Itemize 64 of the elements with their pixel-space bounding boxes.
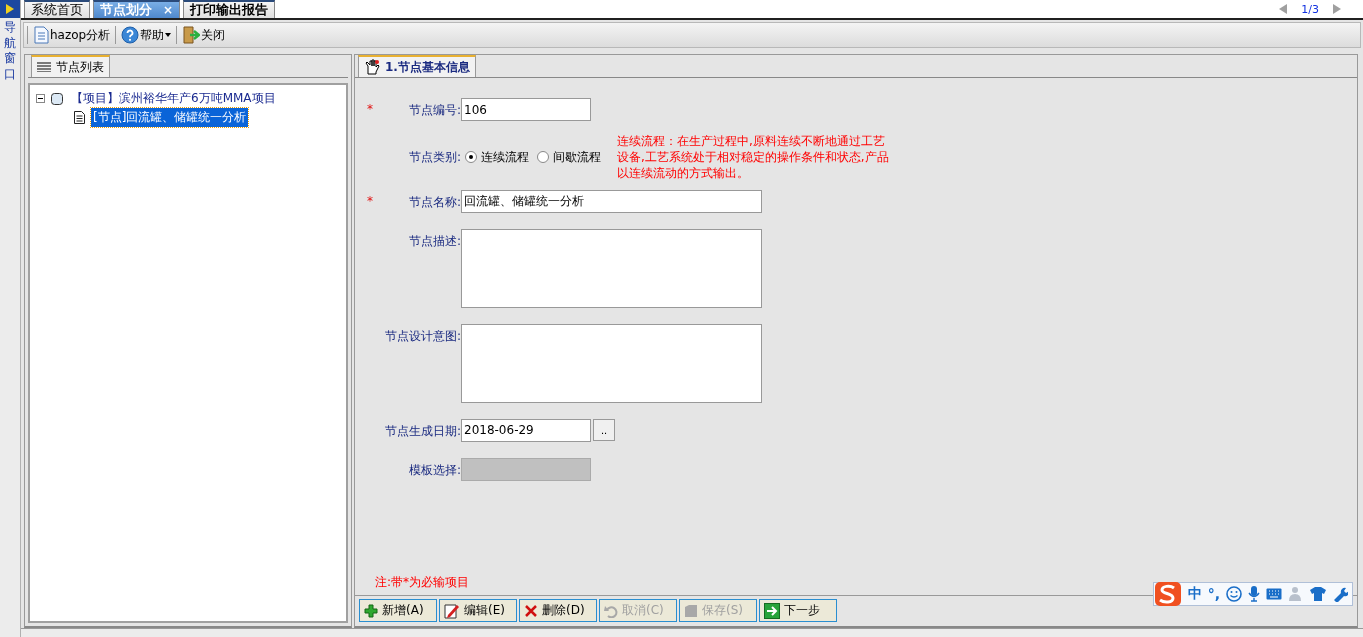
date-picker-button[interactable]: .. <box>593 419 615 442</box>
navigation-label[interactable]: 导航窗口 <box>4 20 16 83</box>
hand-icon <box>364 59 380 75</box>
required-mark: * <box>367 101 374 116</box>
action-button[interactable]: 删除(D) <box>519 599 597 622</box>
edit-icon <box>444 602 460 619</box>
input-method-bar[interactable]: 中 °, <box>1152 582 1353 606</box>
radio-option[interactable]: 间歇流程 <box>537 148 601 166</box>
page-tab[interactable]: 打印输出报告 <box>183 0 275 18</box>
wrench-icon <box>1332 586 1348 602</box>
delete-icon <box>524 603 538 618</box>
field-label: 节点设计意图: <box>383 327 461 345</box>
text-area[interactable] <box>461 228 762 308</box>
play-icon <box>6 4 14 14</box>
field-label: 节点编号: <box>407 102 461 119</box>
field-label: 节点生成日期: <box>383 422 461 440</box>
field-label: 模板选择: <box>407 461 461 479</box>
checkbox-icon <box>51 92 63 105</box>
shirt-icon <box>1310 587 1326 601</box>
smiley-icon <box>1226 586 1242 602</box>
panel-tab[interactable]: 节点列表 <box>31 55 110 77</box>
input-field[interactable]: 106 <box>461 98 591 121</box>
microphone-icon <box>1248 586 1260 602</box>
tree-item[interactable]: [节点]回流罐、储罐统一分析 <box>91 108 249 127</box>
keyboard-icon <box>1266 588 1282 600</box>
panel-tab[interactable]: 1.节点基本信息 <box>358 55 476 77</box>
field-label: 节点描述: <box>407 232 461 250</box>
document-icon <box>74 111 85 124</box>
previous-icon <box>1279 4 1288 14</box>
ime-mode-label[interactable]: °, <box>1207 586 1220 602</box>
page-tab[interactable]: 系统首页 <box>24 0 90 18</box>
list-icon <box>37 62 51 72</box>
undo-icon <box>604 603 618 618</box>
hint-text: 连续流程：在生产过程中,原料连续不断地通过工艺设备,工艺系统处于相对稳定的操作条件和状态,产品以连续流动的方式输出。 <box>617 133 890 182</box>
toolbar-button[interactable]: hazop分析 <box>31 25 113 45</box>
save-icon <box>684 603 698 618</box>
logo-icon <box>1153 581 1182 607</box>
next-page-icon <box>1333 4 1341 14</box>
field-label: 节点名称: <box>407 193 461 211</box>
required-mark: * <box>367 192 374 208</box>
next-icon <box>764 602 780 619</box>
expand-button[interactable] <box>0 0 20 18</box>
field-label: 节点类别: <box>407 148 461 166</box>
ime-mode-label[interactable]: 中 <box>1187 585 1202 603</box>
plus-icon <box>364 603 378 618</box>
action-button[interactable]: 新增(A) <box>359 599 437 622</box>
note-text: 注:带*为必输项目 <box>375 574 470 591</box>
action-button[interactable]: 下一步 <box>759 599 837 622</box>
action-button[interactable]: 编辑(E) <box>439 599 517 622</box>
tree-item[interactable]: 【项目】滨州裕华年产6万吨MMA项目 <box>69 89 278 108</box>
toolbar-button[interactable]: 帮助 <box>119 25 174 45</box>
help-icon <box>121 26 140 44</box>
user-icon <box>1288 586 1304 602</box>
input-field[interactable]: 回流罐、储罐统一分析 <box>461 189 762 213</box>
radio-option[interactable]: 连续流程 <box>465 148 529 166</box>
document-icon <box>33 26 49 44</box>
toolbar-button[interactable]: 关闭 <box>180 25 228 45</box>
page-counter: 1/3 <box>1301 2 1319 16</box>
door-exit-icon <box>182 26 201 44</box>
collapse-icon[interactable] <box>36 94 45 103</box>
minus-icon <box>36 94 45 103</box>
date-field[interactable]: 2018-06-29 <box>461 418 591 442</box>
text-area[interactable] <box>461 323 762 403</box>
caret-icon <box>165 33 172 37</box>
